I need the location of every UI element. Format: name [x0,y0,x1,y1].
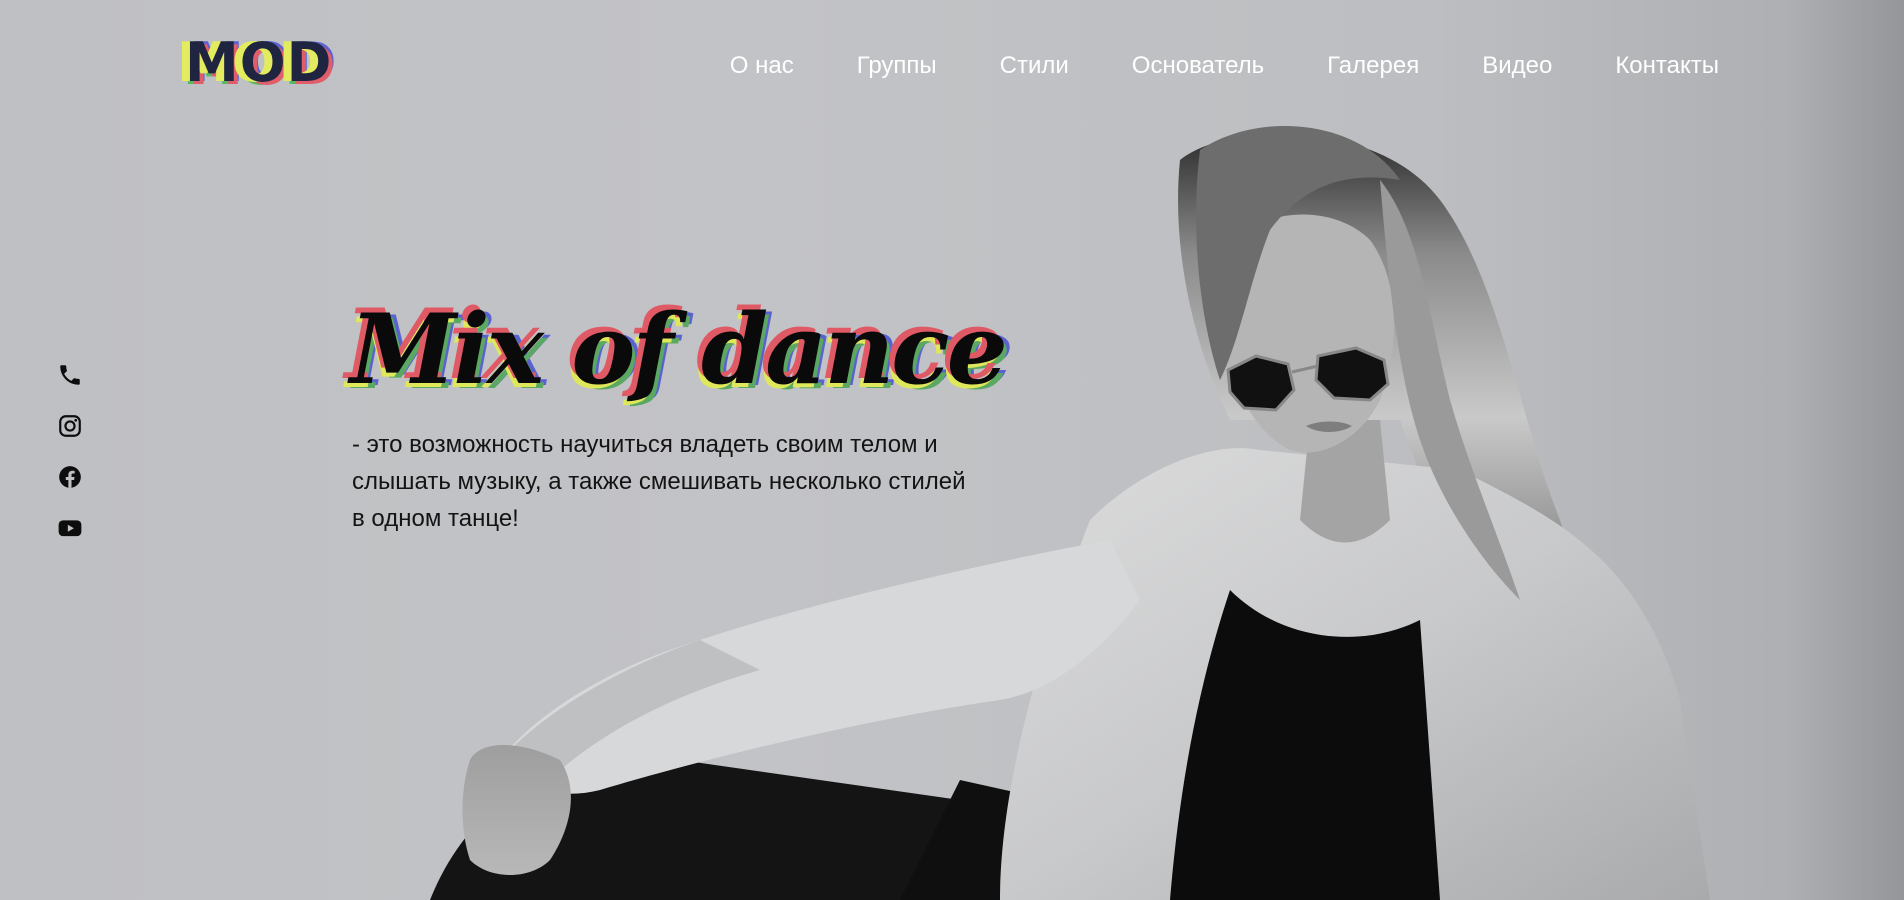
nav-link-gallery[interactable]: Галерея [1327,52,1419,79]
nav-link-groups[interactable]: Группы [857,52,937,79]
instagram-icon[interactable] [57,413,83,439]
nav-item-styles: Стили [1000,52,1069,81]
nav-item-gallery: Галерея [1327,52,1419,81]
right-edge-shade [1784,0,1904,900]
nav-item-groups: Группы [857,52,937,81]
nav-item-contacts: Контакты [1615,52,1719,81]
youtube-icon[interactable] [57,515,83,541]
nav-link-video[interactable]: Видео [1482,52,1552,79]
facebook-icon[interactable] [57,464,83,490]
site-logo[interactable]: MOD [185,36,332,90]
nav-item-video: Видео [1482,52,1552,81]
main-nav: О нас Группы Стили Основатель Галерея Ви… [730,52,1719,81]
nav-link-styles[interactable]: Стили [1000,52,1069,79]
phone-icon[interactable] [57,362,83,388]
hero-description: - это возможность научиться владеть свои… [352,431,966,532]
hero-title: Mix of dance [350,293,1008,406]
nav-link-about[interactable]: О нас [730,52,794,79]
nav-item-about: О нас [730,52,794,81]
nav-item-founder: Основатель [1132,52,1264,81]
social-links [57,362,83,541]
nav-link-contacts[interactable]: Контакты [1615,52,1719,79]
nav-link-founder[interactable]: Основатель [1132,52,1264,79]
